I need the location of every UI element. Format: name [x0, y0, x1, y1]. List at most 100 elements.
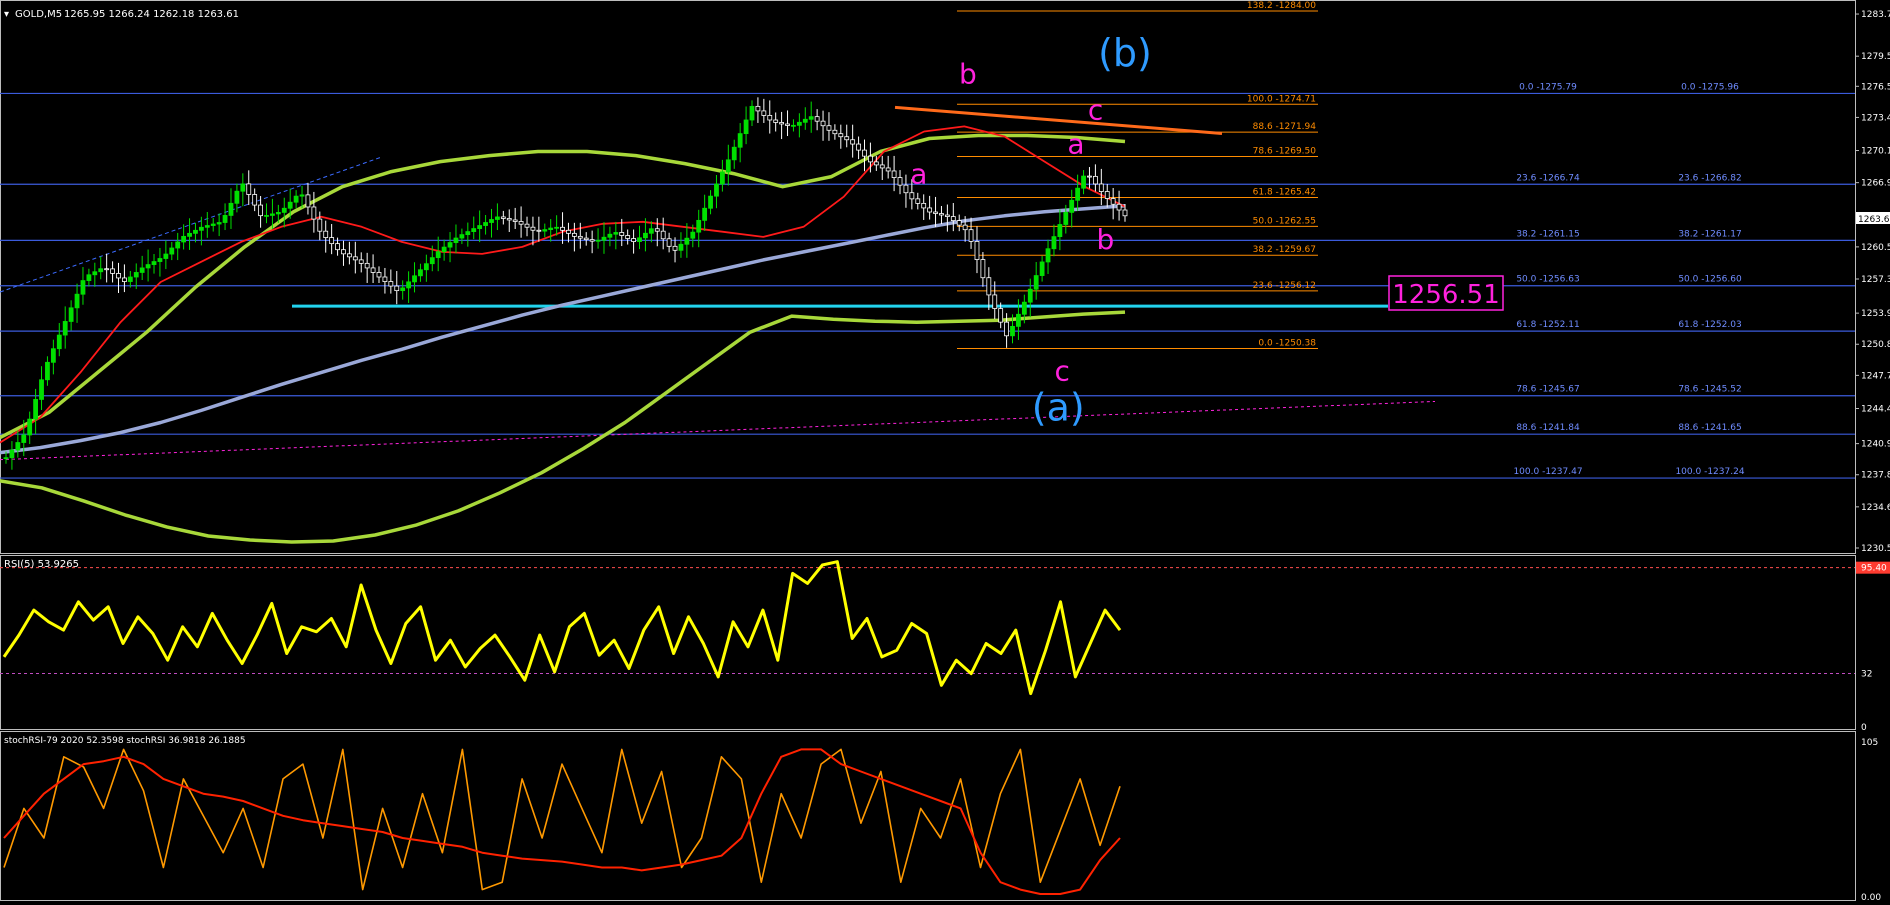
candle-body [512, 219, 518, 222]
candle-body [850, 139, 856, 145]
candle-body [346, 253, 352, 258]
candle-body [453, 237, 459, 243]
candle-body [258, 204, 263, 217]
candle-body [962, 224, 968, 231]
rsi-tick-label: 32 [1861, 670, 1872, 680]
candle-body [530, 226, 536, 231]
chart-menu-icon[interactable]: ▾ [4, 9, 9, 20]
candle-body [660, 230, 666, 240]
candle-body [56, 334, 62, 350]
candle-body [1057, 224, 1063, 238]
candle-body [625, 235, 631, 239]
candle-body [773, 119, 779, 123]
candle-body [1021, 301, 1027, 315]
candle-body [737, 133, 743, 148]
candle-body [648, 228, 654, 234]
fib-blue-label-right: 100.0 -1237.24 [1675, 467, 1744, 477]
candle-body [352, 256, 358, 261]
candle-body [879, 164, 885, 169]
price-tick-label: 1279.5 [1861, 52, 1890, 62]
candle-body [542, 229, 548, 232]
candle-body [631, 238, 636, 242]
candle-body [589, 239, 595, 242]
candle-body [1016, 313, 1021, 327]
price-axis: 1283.7 1279.5 1276.5 1273.4 1270.1 1266.9 1263… [1855, 10, 1890, 554]
candle-body [1104, 191, 1110, 199]
candle-body [506, 218, 512, 221]
candle-body [785, 123, 790, 126]
candle-body [163, 253, 169, 259]
candle-body [690, 231, 696, 239]
candle-body [560, 226, 565, 231]
candle-body [1122, 209, 1128, 217]
fib-blue-label-right: 61.8 -1252.03 [1678, 320, 1741, 330]
candle-body [862, 149, 867, 157]
candle-body [21, 434, 27, 443]
candle-body [133, 272, 139, 278]
candle-body [3, 457, 9, 460]
fib-orange-label: 23.6 -1256.12 [1253, 281, 1316, 291]
candle-body [293, 195, 299, 203]
candle-body [335, 243, 340, 251]
candle-body [554, 226, 560, 229]
price-tick-label: 1266.9 [1861, 179, 1890, 189]
candle-body [151, 261, 157, 265]
candle-body [62, 321, 68, 336]
candle-body [1010, 325, 1015, 337]
fib-blue-label: 61.8 -1252.11 [1516, 320, 1579, 330]
fib-blue-label: 50.0 -1256.63 [1516, 275, 1579, 285]
candle-body [412, 275, 417, 283]
fib-blue-label: 0.0 -1275.79 [1519, 82, 1577, 92]
candle-body [838, 133, 844, 138]
candle-body [204, 225, 210, 228]
candle-body [1069, 199, 1075, 213]
candle-body [234, 190, 240, 204]
candle-body [814, 116, 820, 122]
candle-body [974, 240, 980, 260]
candle-body [216, 222, 222, 225]
candle-body [500, 216, 506, 219]
candle-body [897, 177, 903, 186]
candle-body [956, 220, 962, 226]
candle-body [110, 268, 115, 274]
fib-blue-label: 100.0 -1237.47 [1513, 467, 1582, 477]
candle-body [98, 268, 104, 273]
fib-blue-label: 88.6 -1241.84 [1516, 423, 1580, 433]
candle-body [465, 231, 471, 236]
candle-body [1039, 261, 1045, 276]
candle-body [187, 232, 192, 237]
candle-body [305, 194, 311, 208]
candle-body [299, 194, 305, 197]
ohlc-values: 1265.95 1266.24 1262.18 1263.61 [64, 9, 239, 20]
candle-body [939, 213, 944, 216]
candle-body [198, 226, 204, 231]
candle-body [15, 442, 21, 451]
candle-body [169, 247, 175, 255]
candle-body [400, 287, 406, 292]
candle-body [382, 276, 388, 282]
price-tick-label: 1260.5 [1861, 243, 1890, 253]
chart-canvas[interactable]: 0.0 -1275.79 0.0 -1275.96 23.6 -1266.74 23.… [0, 0, 1890, 903]
price-tick-label: 1230.5 [1861, 544, 1890, 554]
chart-window[interactable]: 0.0 -1275.79 0.0 -1275.96 23.6 -1266.74 23.… [0, 0, 1890, 903]
candle-body [672, 245, 678, 251]
candle-body [406, 281, 412, 289]
candle-body [92, 271, 98, 276]
candle-body [364, 262, 370, 269]
fib-orange-label: 50.0 -1262.55 [1253, 216, 1316, 226]
candle-body [696, 219, 702, 233]
fib-blue-label-right: 78.6 -1245.52 [1678, 385, 1741, 395]
candle-body [252, 194, 258, 206]
candle-body [317, 218, 323, 232]
candle-body [791, 124, 796, 127]
candle-body [643, 232, 648, 239]
candle-body [423, 263, 429, 271]
fib-blue-label: 78.6 -1245.67 [1516, 385, 1579, 395]
candle-body [193, 229, 198, 234]
candle-body [1081, 175, 1086, 189]
candle-body [980, 259, 986, 279]
candle-body [684, 237, 690, 245]
candle-body [714, 183, 719, 197]
candle-body [666, 238, 672, 247]
candle-body [9, 449, 15, 459]
